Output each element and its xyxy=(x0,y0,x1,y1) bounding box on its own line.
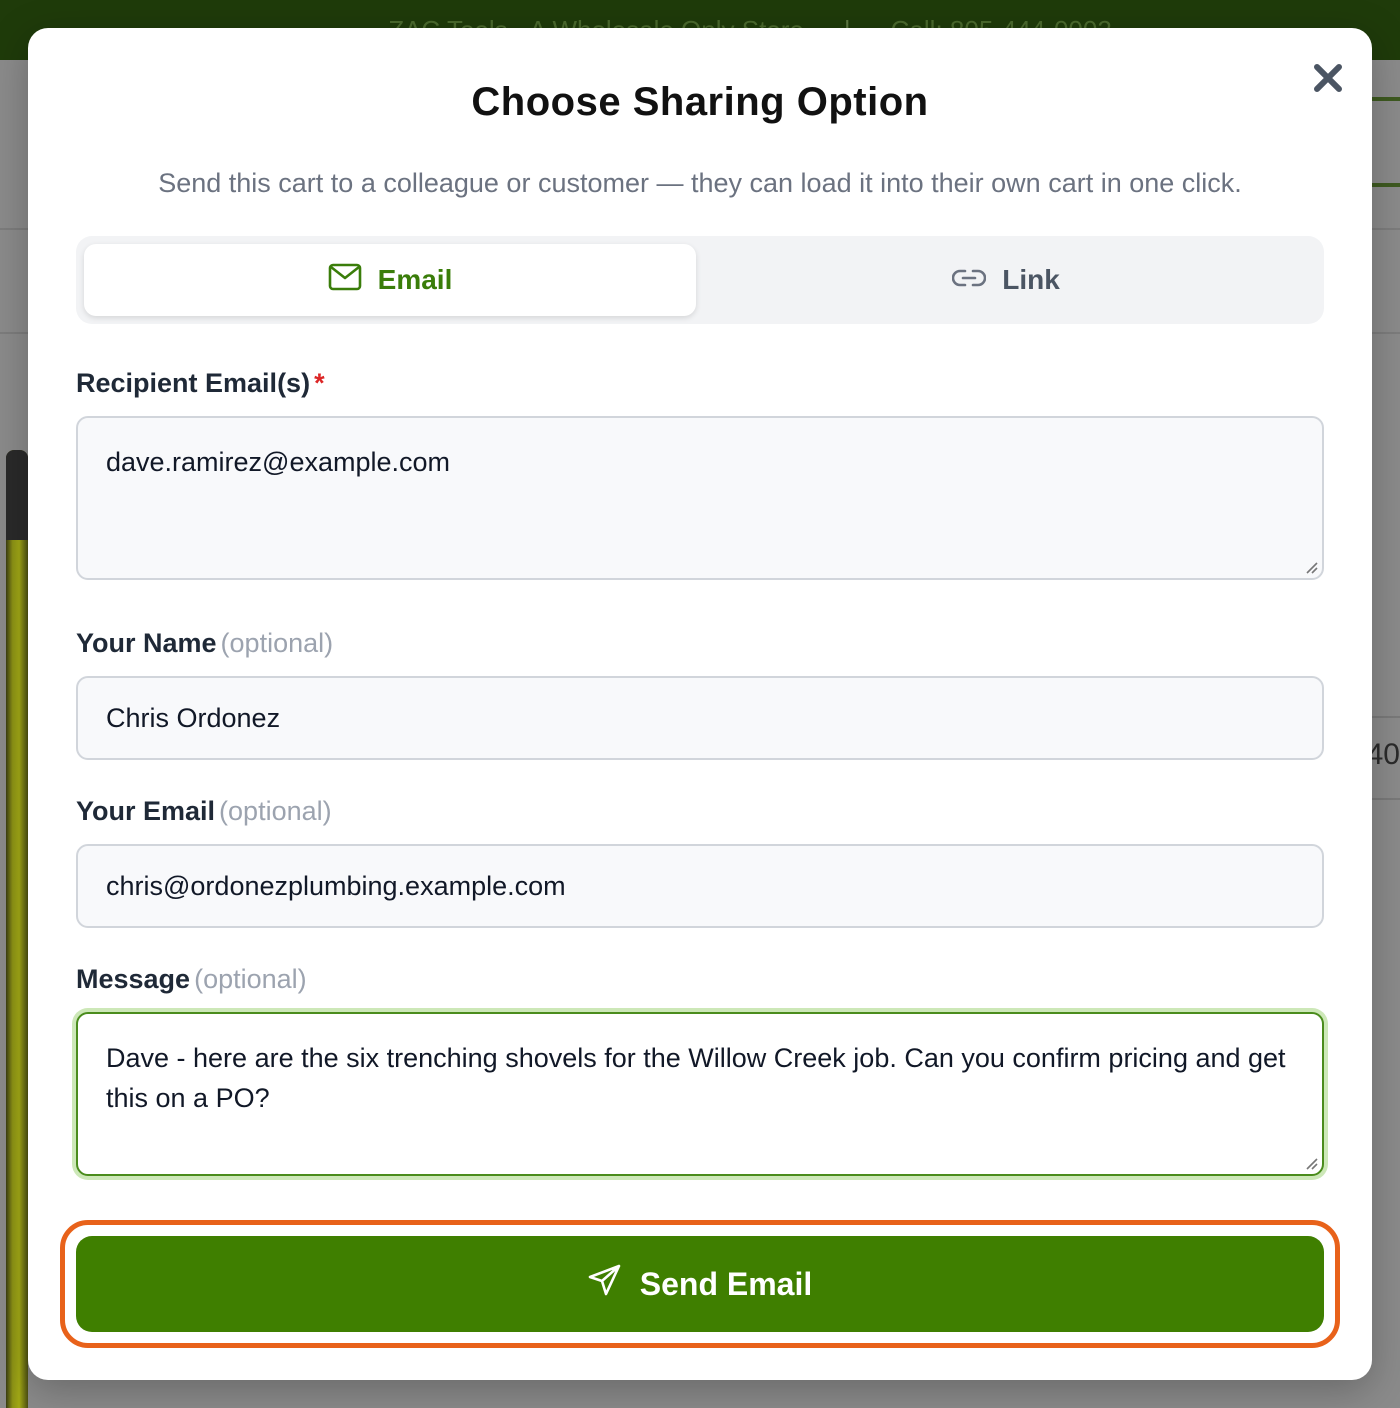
link-icon xyxy=(951,264,987,296)
optional-note: (optional) xyxy=(219,796,332,826)
message-label-text: Message xyxy=(76,964,191,994)
recipient-email-textarea[interactable]: dave.ramirez@example.com xyxy=(76,416,1324,580)
message-value: Dave - here are the six trenching shovel… xyxy=(106,1043,1286,1113)
optional-note: (optional) xyxy=(194,964,307,994)
your-email-field[interactable]: chris@ordonezplumbing.example.com xyxy=(76,844,1324,928)
tab-link[interactable]: Link xyxy=(696,244,1316,316)
required-asterisk: * xyxy=(314,368,325,398)
your-name-label-text: Your Name xyxy=(76,628,217,658)
your-email-label: Your Email (optional) xyxy=(76,796,332,827)
background-accent xyxy=(1370,97,1400,101)
envelope-icon xyxy=(328,263,362,298)
message-textarea[interactable]: Dave - here are the six trenching shovel… xyxy=(76,1012,1324,1176)
shovel-image xyxy=(6,450,28,1408)
message-label: Message (optional) xyxy=(76,964,307,995)
modal-subtitle: Send this cart to a colleague or custome… xyxy=(158,168,1242,198)
sharing-tabs: Email Link xyxy=(76,236,1324,324)
your-email-value: chris@ordonezplumbing.example.com xyxy=(106,870,566,901)
optional-note: (optional) xyxy=(220,628,334,658)
your-name-value: Chris Ordonez xyxy=(106,702,281,733)
send-icon xyxy=(588,1264,622,1304)
recipient-email-label: Recipient Email(s) * xyxy=(76,368,325,399)
resize-grip-icon[interactable] xyxy=(1302,558,1318,574)
your-email-label-text: Your Email xyxy=(76,796,216,826)
send-email-button[interactable]: Send Email xyxy=(76,1236,1324,1332)
modal-title: Choose Sharing Option xyxy=(471,80,929,124)
share-cart-modal: Choose Sharing Option Send this cart to … xyxy=(28,28,1372,1380)
shovel-grip xyxy=(6,450,28,540)
background-accent xyxy=(1370,183,1400,187)
your-name-field[interactable]: Chris Ordonez xyxy=(76,676,1324,760)
recipient-email-value: dave.ramirez@example.com xyxy=(106,447,451,477)
resize-grip-icon[interactable] xyxy=(1302,1154,1318,1170)
recipient-email-label-text: Recipient Email(s) xyxy=(76,368,311,398)
tab-link-label: Link xyxy=(1002,264,1060,295)
your-name-label: Your Name (optional) xyxy=(76,628,333,659)
tab-email-label: Email xyxy=(377,264,453,295)
send-email-label: Send Email xyxy=(639,1265,813,1302)
tab-email[interactable]: Email xyxy=(84,244,696,316)
